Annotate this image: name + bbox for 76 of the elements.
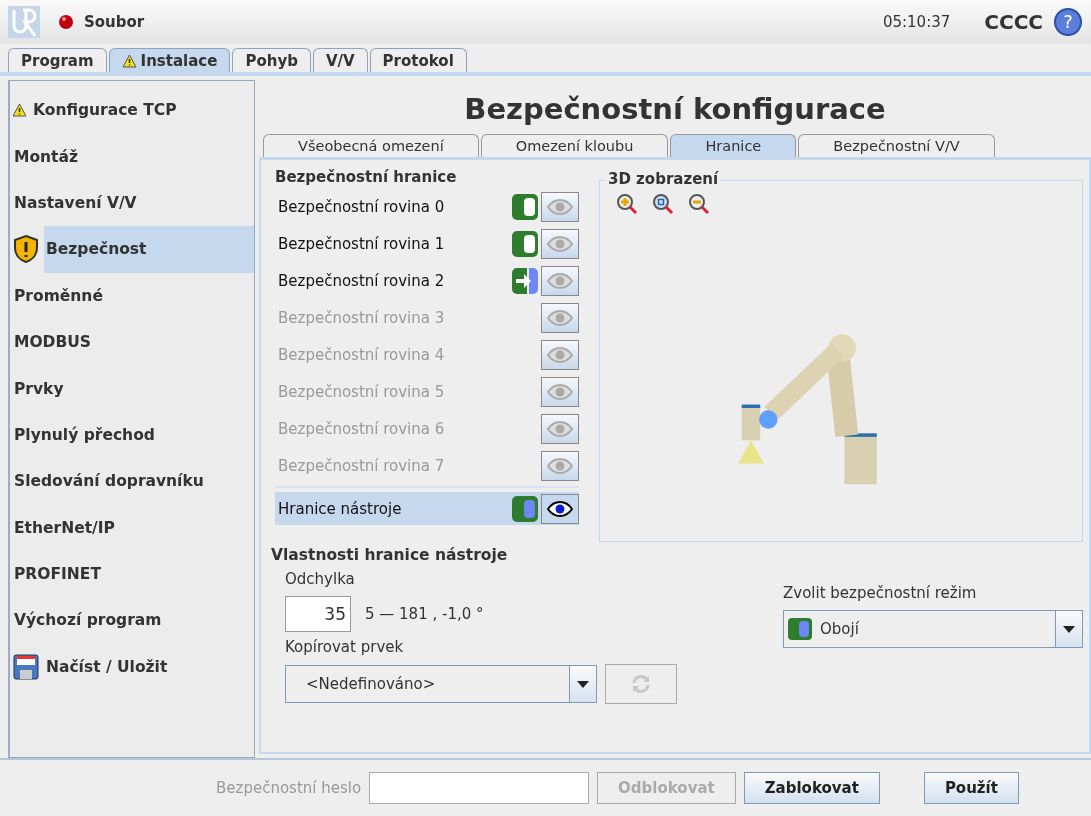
visibility-toggle[interactable]: [541, 376, 579, 407]
trigger-icon: [511, 266, 539, 295]
password-field[interactable]: [369, 772, 590, 804]
eye-icon: [547, 346, 573, 363]
sidebar-item[interactable]: MODBUS: [10, 318, 254, 366]
sidebar-item[interactable]: Sledování dopravníku: [10, 458, 254, 505]
warning-icon: [12, 103, 27, 118]
safety-mode-dropdown[interactable]: Obojí: [783, 610, 1083, 648]
main-tab[interactable]: Pohyb: [232, 48, 311, 72]
sub-tab[interactable]: Hranice: [670, 134, 797, 157]
footer-button[interactable]: Zablokovat: [743, 772, 880, 804]
page-title: Bezpečnostní konfigurace: [463, 91, 887, 128]
zoom-fit-icon[interactable]: [652, 193, 674, 215]
main-tab[interactable]: V/V: [312, 48, 368, 72]
visibility-toggle[interactable]: [541, 450, 579, 481]
status-light-icon: [58, 14, 74, 30]
sub-tab[interactable]: Bezpečnostní V/V: [798, 134, 995, 157]
deviation-input[interactable]: 35: [285, 596, 351, 632]
sub-tab[interactable]: Všeobecná omezení: [263, 134, 479, 157]
eye-icon: [547, 198, 573, 215]
visibility-toggle[interactable]: [541, 339, 579, 370]
main-tab[interactable]: Instalace: [108, 48, 231, 72]
toggle-icon: [511, 192, 539, 221]
sidebar-item[interactable]: Plynulý přechod: [10, 411, 254, 459]
field-label: Zvolit bezpečnostní režim: [783, 584, 978, 602]
eye-icon: [547, 457, 573, 474]
sidebar-item[interactable]: Konfigurace TCP: [10, 87, 254, 134]
sidebar-item[interactable]: Výchozí program: [10, 597, 254, 644]
file-menu[interactable]: Soubor: [84, 13, 145, 31]
copy-feature-dropdown[interactable]: <Nedefinováno>: [285, 665, 597, 703]
zoom-out-icon[interactable]: [688, 193, 710, 215]
sidebar-item[interactable]: Montáž: [10, 133, 254, 180]
footer-button[interactable]: Použít: [923, 772, 1019, 804]
caret-icon: [577, 680, 589, 688]
visibility-toggle[interactable]: [541, 265, 579, 296]
visibility-toggle[interactable]: [541, 228, 579, 259]
toggle-icon: [511, 229, 539, 258]
field-label: Odchylka: [285, 570, 356, 588]
shield-icon: [12, 234, 40, 265]
eye-icon: [547, 500, 573, 517]
eye-icon: [547, 420, 573, 437]
eye-icon: [547, 272, 573, 289]
sidebar-item[interactable]: Nastavení V/V: [10, 179, 254, 227]
field-label: Kopírovat prvek: [285, 638, 405, 656]
sidebar-item[interactable]: Prvky: [10, 365, 254, 412]
section-title: Vlastnosti hranice nástroje: [271, 546, 509, 564]
robot-name: CCCC: [984, 10, 1043, 34]
logo-icon: [8, 6, 40, 38]
sidebar-item[interactable]: Proměnné: [10, 272, 254, 319]
visibility-toggle[interactable]: [541, 191, 579, 222]
visibility-toggle[interactable]: [541, 302, 579, 333]
visibility-toggle[interactable]: [541, 493, 579, 524]
sub-tab[interactable]: Omezení kloubu: [480, 134, 669, 157]
eye-icon: [547, 309, 573, 326]
sidebar-item[interactable]: Načíst / Uložit: [10, 643, 254, 691]
sidebar-item[interactable]: PROFINET: [10, 550, 254, 598]
toggle-icon: [511, 494, 539, 523]
boundary-row[interactable]: Bezpečnostní rovina 0: [275, 190, 579, 223]
zoom-in-icon[interactable]: [616, 193, 638, 215]
sidebar-item[interactable]: EtherNet/IP: [10, 504, 254, 551]
boundary-row[interactable]: Bezpečnostní rovina 2: [275, 264, 579, 297]
caret-icon: [1063, 625, 1075, 633]
password-label: Bezpečnostní heslo: [216, 779, 362, 797]
selected-boundary-row[interactable]: Hranice nástroje: [275, 492, 579, 525]
boundary-row[interactable]: Bezpečnostní rovina 1: [275, 227, 579, 260]
eye-icon: [547, 235, 573, 252]
help-icon[interactable]: ?: [1053, 7, 1083, 37]
section-title: Bezpečnostní hranice: [275, 168, 458, 186]
clock-time: 05:10:37: [882, 13, 951, 31]
visibility-toggle[interactable]: [541, 413, 579, 444]
range-text: 5 — 181 , -1,0 °: [365, 605, 484, 623]
refresh-icon: [630, 673, 652, 695]
main-tab[interactable]: Protokol: [369, 48, 467, 72]
eye-icon: [547, 383, 573, 400]
main-tab[interactable]: Program: [8, 48, 107, 72]
toggle-icon: [788, 618, 812, 640]
